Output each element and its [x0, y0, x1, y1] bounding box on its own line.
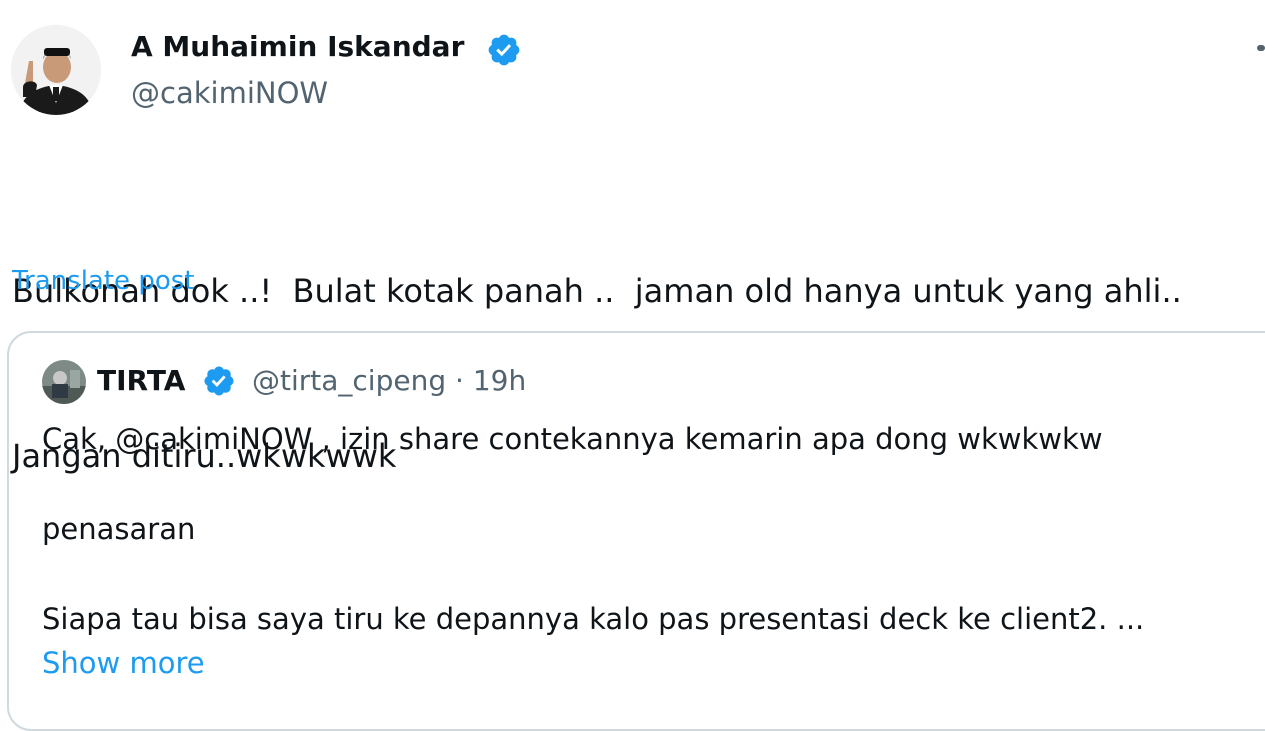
verified-badge-icon [202, 364, 236, 398]
quoted-post-text-line: Siapa tau bisa saya tiru ke depannya kal… [42, 602, 1145, 636]
author-handle[interactable]: @cakimiNOW [131, 76, 328, 110]
show-more-link[interactable]: Show more [42, 646, 205, 680]
meta-separator: · [455, 364, 464, 397]
author-name[interactable]: A Muhaimin Iskandar [131, 30, 464, 63]
quoted-author-name[interactable]: TIRTA [97, 364, 185, 397]
quoted-post-meta: @tirta_cipeng · 19h [252, 364, 526, 397]
post-text-line: Bulkonah dok ..! Bulat kotak panah .. ja… [12, 272, 1182, 310]
quoted-post-text-line: penasaran [42, 512, 196, 546]
author-avatar[interactable] [11, 25, 101, 115]
quoted-post-time[interactable]: 19h [473, 364, 526, 397]
quoted-author-handle[interactable]: @tirta_cipeng [252, 364, 446, 397]
author-avatar-image [11, 25, 101, 115]
quoted-author-avatar-image [42, 360, 86, 404]
quoted-post-text-line: Cak, @cakimiNOW , izin share contekannya… [42, 422, 1103, 456]
quoted-author-avatar[interactable] [42, 360, 86, 404]
more-options-icon[interactable] [1257, 45, 1265, 51]
translate-post-link[interactable]: Translate post [12, 266, 194, 296]
verified-badge-icon [486, 32, 522, 68]
